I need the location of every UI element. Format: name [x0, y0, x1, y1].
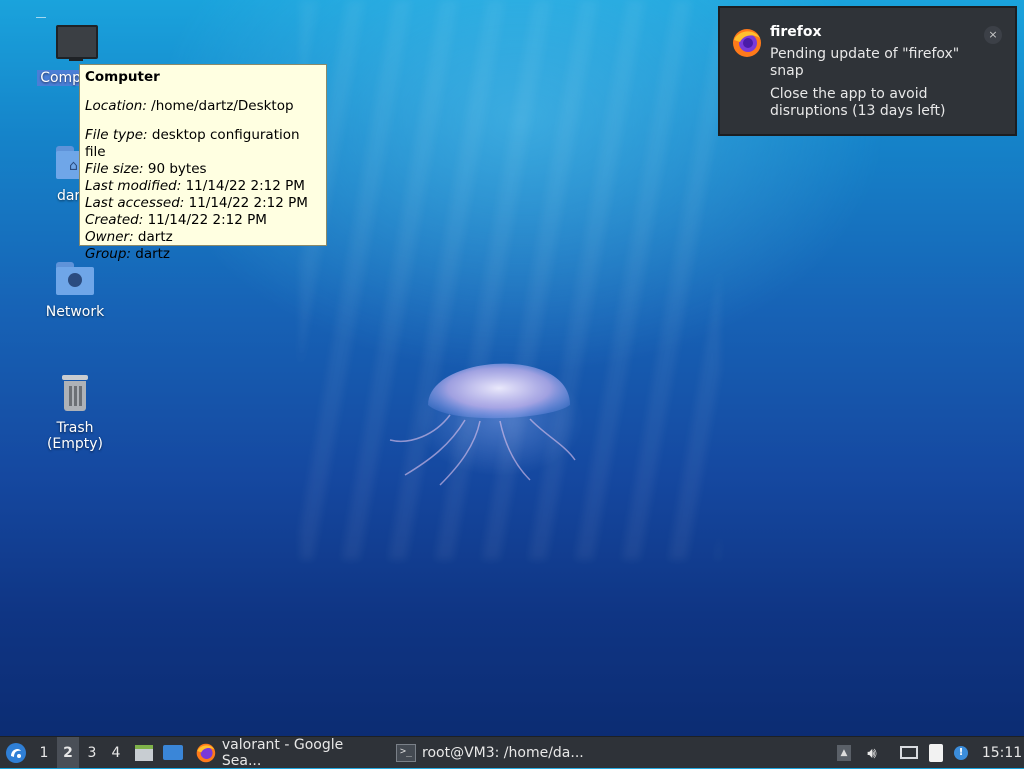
- computer-icon: [53, 22, 98, 66]
- task-label: valorant - Google Sea...: [221, 736, 344, 769]
- file-manager-icon: [135, 744, 153, 761]
- desktop-icon-trash[interactable]: Trash (Empty): [25, 372, 125, 452]
- close-icon[interactable]: ×: [984, 26, 1002, 44]
- firefox-icon: [196, 743, 216, 762]
- notification-app-name: firefox: [770, 24, 822, 40]
- show-desktop-launcher[interactable]: [161, 737, 185, 768]
- tooltip-file-type: File type: desktop configuration file: [85, 127, 300, 160]
- desktop-icon-network[interactable]: Network: [25, 256, 125, 320]
- volume-icon: 🔊︎: [867, 743, 877, 762]
- lubuntu-logo-icon: [6, 742, 26, 763]
- clipboard-icon: [929, 743, 943, 762]
- update-notifier[interactable]: !: [951, 737, 971, 768]
- desktop-icon-label: Network: [45, 304, 105, 320]
- desktop-icon-label: Trash (Empty): [46, 420, 104, 452]
- workspace-1[interactable]: 1: [33, 737, 55, 768]
- workspace-4[interactable]: 4: [105, 737, 127, 768]
- tooltip-title: Computer: [85, 69, 160, 85]
- network-wired-icon: [900, 746, 918, 759]
- info-icon: !: [954, 745, 968, 760]
- tooltip-created: Created: 11/14/22 2:12 PM: [85, 212, 267, 228]
- jellyfish-wallpaper: [389, 363, 576, 486]
- workspace-3[interactable]: 3: [81, 737, 103, 768]
- task-terminal[interactable]: >_ root@VM3: /home/da...: [392, 737, 600, 768]
- notification-line-1: Pending update of "firefox" snap: [770, 46, 960, 79]
- notification-line-2: Close the app to avoid disruptions (13 d…: [770, 86, 946, 119]
- clock[interactable]: 15:11: [982, 737, 1022, 768]
- tooltip-last-modified: Last modified: 11/14/22 2:12 PM: [85, 178, 305, 194]
- file-info-tooltip: Computer Location: /home/dartz/Desktop F…: [79, 64, 327, 262]
- task-firefox[interactable]: valorant - Google Sea...: [192, 736, 390, 769]
- trash-icon: [53, 372, 97, 416]
- network-status[interactable]: [899, 737, 919, 768]
- workspace-2[interactable]: 2: [57, 737, 79, 768]
- firefox-icon: [733, 29, 761, 57]
- terminal-icon: >_: [396, 743, 416, 762]
- task-label: root@VM3: /home/da...: [422, 744, 584, 761]
- app-menu-button[interactable]: [2, 737, 30, 768]
- update-notification[interactable]: firefox Pending update of "firefox" snap…: [718, 6, 1017, 136]
- tooltip-file-size: File size: 90 bytes: [85, 161, 207, 177]
- light-rays: [300, 0, 720, 560]
- taskbar: 1 2 3 4 valorant - Google Sea... >_ root…: [0, 736, 1024, 769]
- tooltip-location: Location: /home/dartz/Desktop: [85, 98, 294, 114]
- desktop-icon: [163, 745, 183, 760]
- tooltip-last-accessed: Last accessed: 11/14/22 2:12 PM: [85, 195, 308, 211]
- tooltip-owner: Owner: dartz: [85, 229, 173, 245]
- notification-body: Pending update of "firefox" snap Close t…: [770, 46, 980, 126]
- clipboard-applet[interactable]: [926, 737, 946, 768]
- volume-control[interactable]: 🔊︎: [862, 737, 882, 768]
- up-arrow-icon: ▲: [837, 744, 851, 761]
- tray-scroll-up[interactable]: ▲: [834, 737, 854, 768]
- tooltip-group: Group: dartz: [85, 246, 171, 262]
- desktop-mark: [36, 17, 46, 18]
- file-manager-launcher[interactable]: [133, 737, 155, 768]
